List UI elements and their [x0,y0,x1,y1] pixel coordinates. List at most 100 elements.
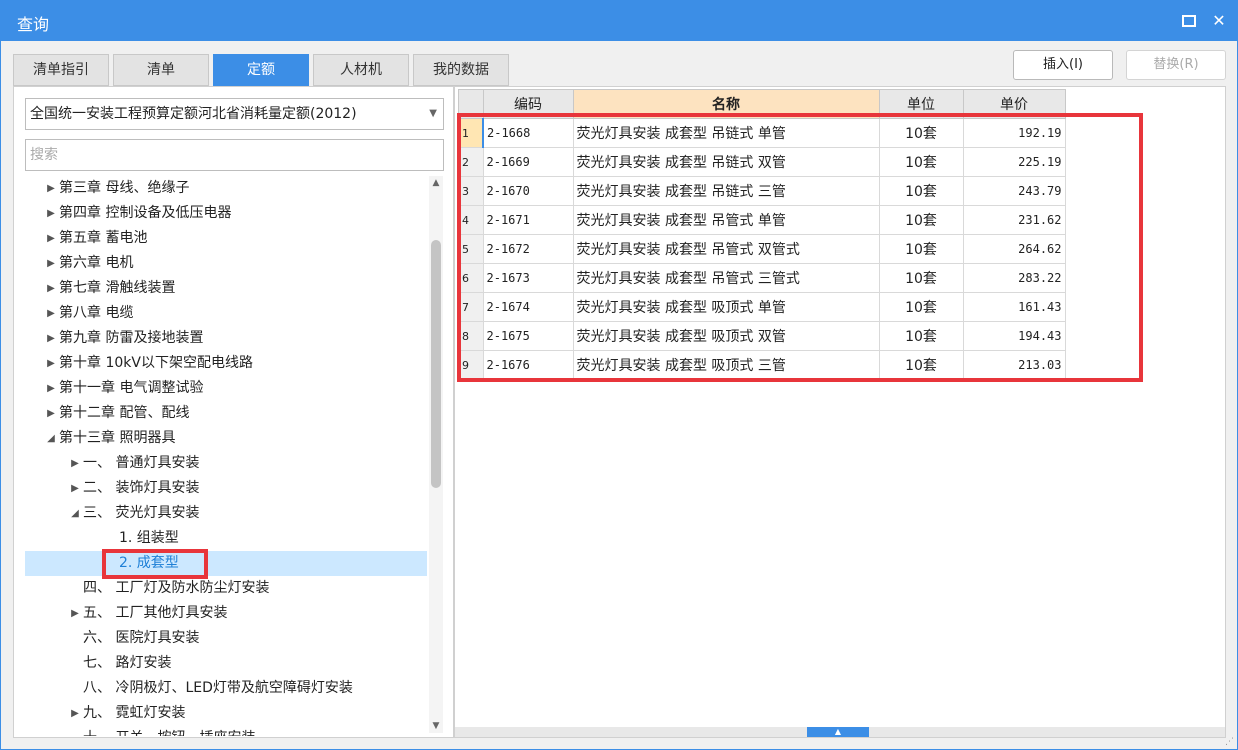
tree-node[interactable]: ▶ 第三章 母线、绝缘子 [25,176,427,201]
collapse-arrow-icon[interactable]: ◢ [69,501,81,526]
quota-book-select[interactable]: 全国统一安装工程预算定额河北省消耗量定额(2012) ▼ [25,98,444,130]
tree-node[interactable]: ▶ 二、 装饰灯具安装 [25,476,427,501]
tree-node[interactable]: ▶ 第七章 滑触线装置 [25,276,427,301]
header-code[interactable]: 编码 [482,89,574,119]
unit-cell[interactable]: 10套 [878,205,964,235]
row-number-cell[interactable]: 3 [458,176,484,206]
tree-node[interactable]: 八、 冷阴极灯、LED灯带及航空障碍灯安装 [25,676,427,701]
expand-arrow-icon[interactable]: ▶ [45,351,57,376]
code-cell[interactable]: 2-1671 [482,205,574,235]
tab-my-data[interactable]: 我的数据 [413,54,509,86]
unit-cell[interactable]: 10套 [878,292,964,322]
unit-cell[interactable]: 10套 [878,118,964,148]
name-cell[interactable]: 荧光灯具安装 成套型 吊链式 单管 [572,118,880,148]
header-name[interactable]: 名称 [572,89,880,119]
insert-button[interactable]: 插入(I) [1013,50,1113,80]
code-cell[interactable]: 2-1668 [482,118,574,148]
expand-arrow-icon[interactable]: ▶ [69,451,81,476]
tree-node[interactable]: ▶ 一、 普通灯具安装 [25,451,427,476]
tree-node[interactable]: ▶ 五、 工厂其他灯具安装 [25,601,427,626]
price-cell[interactable]: 194.43 [962,321,1066,351]
scroll-down-icon[interactable]: ▼ [429,719,443,733]
expand-arrow-icon[interactable]: ▶ [45,201,57,226]
name-cell[interactable]: 荧光灯具安装 成套型 吊链式 双管 [572,147,880,177]
tree-node[interactable]: ▶ 九、 霓虹灯安装 [25,701,427,726]
tree-node[interactable]: ▶ 第十一章 电气调整试验 [25,376,427,401]
name-cell[interactable]: 荧光灯具安装 成套型 吊管式 双管式 [572,234,880,264]
row-number-cell[interactable]: 2 [458,147,484,177]
table-row[interactable]: 2 2-1669 荧光灯具安装 成套型 吊链式 双管 10套 225.19 [458,147,1066,177]
unit-cell[interactable]: 10套 [878,234,964,264]
tree-node[interactable]: ▶ 第九章 防雷及接地装置 [25,326,427,351]
expand-arrow-icon[interactable]: ▶ [45,226,57,251]
code-cell[interactable]: 2-1674 [482,292,574,322]
table-row[interactable]: 9 2-1676 荧光灯具安装 成套型 吸顶式 三管 10套 213.03 [458,350,1066,380]
row-number-cell[interactable]: 7 [458,292,484,322]
tree-node[interactable]: ▶ 第八章 电缆 [25,301,427,326]
scroll-up-icon[interactable]: ▲ [429,176,443,190]
name-cell[interactable]: 荧光灯具安装 成套型 吊链式 三管 [572,176,880,206]
header-unit[interactable]: 单位 [878,89,964,119]
tab-bill-guide[interactable]: 清单指引 [13,54,109,86]
tab-labor-material-machine[interactable]: 人材机 [313,54,409,86]
replace-button[interactable]: 替换(R) [1126,50,1226,80]
resize-grip-icon[interactable]: ⋰ [1225,737,1235,747]
code-cell[interactable]: 2-1669 [482,147,574,177]
name-cell[interactable]: 荧光灯具安装 成套型 吸顶式 双管 [572,321,880,351]
row-number-cell[interactable]: 8 [458,321,484,351]
price-cell[interactable]: 225.19 [962,147,1066,177]
expand-arrow-icon[interactable]: ▶ [45,301,57,326]
code-cell[interactable]: 2-1672 [482,234,574,264]
unit-cell[interactable]: 10套 [878,321,964,351]
table-row[interactable]: 5 2-1672 荧光灯具安装 成套型 吊管式 双管式 10套 264.62 [458,234,1066,264]
unit-cell[interactable]: 10套 [878,263,964,293]
tree-node[interactable]: 六、 医院灯具安装 [25,626,427,651]
header-price[interactable]: 单价 [962,89,1066,119]
tree-node[interactable]: 2. 成套型 [25,551,427,576]
expand-arrow-icon[interactable]: ▶ [45,326,57,351]
tab-bill[interactable]: 清单 [113,54,209,86]
tree-node[interactable]: ▶ 第四章 控制设备及低压电器 [25,201,427,226]
code-cell[interactable]: 2-1673 [482,263,574,293]
price-cell[interactable]: 243.79 [962,176,1066,206]
expand-arrow-icon[interactable]: ▶ [69,601,81,626]
price-cell[interactable]: 213.03 [962,350,1066,380]
tree-node[interactable]: ▶ 第十二章 配管、配线 [25,401,427,426]
tree-node[interactable]: ◢ 第十三章 照明器具 [25,426,427,451]
unit-cell[interactable]: 10套 [878,176,964,206]
close-button[interactable]: ✕ [1207,9,1231,33]
unit-cell[interactable]: 10套 [878,350,964,380]
tree-node[interactable]: 七、 路灯安装 [25,651,427,676]
price-cell[interactable]: 161.43 [962,292,1066,322]
table-row[interactable]: 8 2-1675 荧光灯具安装 成套型 吸顶式 双管 10套 194.43 [458,321,1066,351]
tree-node[interactable]: 1. 组装型 [25,526,427,551]
scrollbar-thumb[interactable] [431,240,441,488]
row-number-cell[interactable]: 5 [458,234,484,264]
expand-arrow-icon[interactable]: ▶ [45,376,57,401]
table-row[interactable]: 1 2-1668 荧光灯具安装 成套型 吊链式 单管 10套 192.19 [458,118,1066,148]
code-cell[interactable]: 2-1675 [482,321,574,351]
expand-arrow-icon[interactable]: ▶ [45,276,57,301]
expand-arrow-icon[interactable]: ▶ [45,176,57,201]
row-number-cell[interactable]: 9 [458,350,484,380]
row-number-cell[interactable]: 1 [458,118,484,148]
price-cell[interactable]: 231.62 [962,205,1066,235]
tree-node[interactable]: 四、 工厂灯及防水防尘灯安装 [25,576,427,601]
name-cell[interactable]: 荧光灯具安装 成套型 吸顶式 三管 [572,350,880,380]
tree-node[interactable]: ▶ 第六章 电机 [25,251,427,276]
tab-quota[interactable]: 定额 [213,54,309,86]
price-cell[interactable]: 283.22 [962,263,1066,293]
name-cell[interactable]: 荧光灯具安装 成套型 吊管式 单管 [572,205,880,235]
tree-node[interactable]: ▶ 第十章 10kV以下架空配电线路 [25,351,427,376]
unit-cell[interactable]: 10套 [878,147,964,177]
code-cell[interactable]: 2-1670 [482,176,574,206]
table-row[interactable]: 6 2-1673 荧光灯具安装 成套型 吊管式 三管式 10套 283.22 [458,263,1066,293]
grid-horizontal-scrollbar[interactable]: ▲ [455,727,1225,737]
search-input[interactable]: 搜索 [25,139,444,171]
tree-scrollbar[interactable]: ▲ ▼ [429,176,443,733]
expand-arrow-icon[interactable]: ▶ [45,251,57,276]
expand-arrow-icon[interactable]: ▶ [69,701,81,726]
scroll-up-icon[interactable]: ▲ [807,727,869,737]
code-cell[interactable]: 2-1676 [482,350,574,380]
row-number-cell[interactable]: 4 [458,205,484,235]
